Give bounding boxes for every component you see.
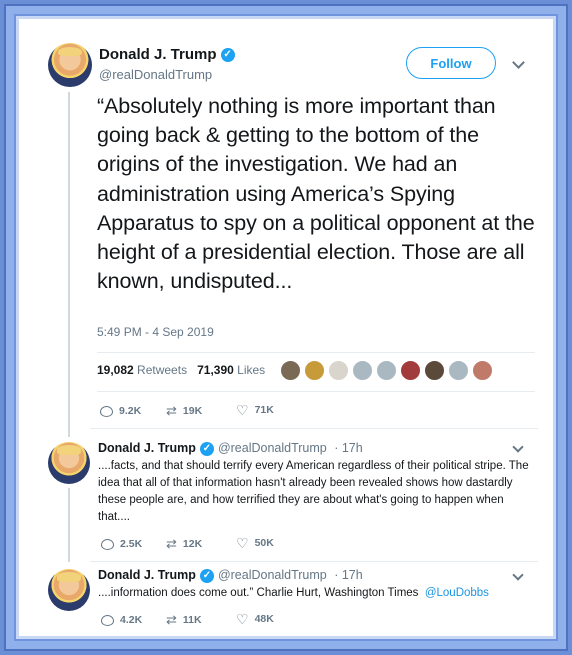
tweet-text: “Absolutely nothing is more important th… xyxy=(97,94,535,294)
retweets-label[interactable]: Retweets xyxy=(137,363,187,377)
reply-text: ....information does come out.” Charlie … xyxy=(98,587,419,599)
reply-author-name[interactable]: Donald J. Trump xyxy=(98,568,196,582)
reply-icon xyxy=(101,538,114,550)
reply-header[interactable]: Donald J. Trump ✓ @realDonaldTrump · 17h xyxy=(98,441,363,456)
verified-badge-icon: ✓ xyxy=(199,568,214,583)
divider xyxy=(90,428,538,429)
reply-author-name[interactable]: Donald J. Trump xyxy=(98,441,196,455)
liker-avatar[interactable] xyxy=(400,360,421,381)
retweets-count[interactable]: 19,082 xyxy=(97,363,134,377)
liker-avatar[interactable] xyxy=(376,360,397,381)
liker-avatar[interactable] xyxy=(304,360,325,381)
reply-icon xyxy=(101,614,114,626)
liker-avatar[interactable] xyxy=(424,360,445,381)
reply-author-handle[interactable]: @realDonaldTrump xyxy=(218,568,327,582)
verified-badge-icon: ✓ xyxy=(199,441,214,456)
reply-header[interactable]: Donald J. Trump ✓ @realDonaldTrump · 17h xyxy=(98,568,363,583)
reply-action[interactable]: 2.5K xyxy=(101,538,142,550)
verified-badge-icon: ✓ xyxy=(220,48,235,63)
reply-author-avatar[interactable] xyxy=(48,442,90,484)
reply-icon xyxy=(100,405,113,417)
like-count: 48K xyxy=(254,613,274,625)
author-handle[interactable]: @realDonaldTrump xyxy=(99,67,212,82)
liker-avatar[interactable] xyxy=(328,360,349,381)
thread-line xyxy=(68,488,70,562)
reply-count: 2.5K xyxy=(120,538,143,550)
reply-count: 4.2K xyxy=(120,614,143,626)
reply-action[interactable]: 4.2K xyxy=(101,614,142,626)
divider xyxy=(97,391,535,392)
author-avatar[interactable] xyxy=(48,43,92,87)
heart-icon: ♡ xyxy=(236,535,249,551)
like-count: 71K xyxy=(254,404,274,416)
retweet-action[interactable]: ⇄ 19K xyxy=(166,404,202,417)
like-action[interactable]: ♡ 71K xyxy=(236,403,274,417)
reply-text-row: ....information does come out.” Charlie … xyxy=(98,585,530,602)
heart-icon: ♡ xyxy=(236,611,249,627)
tweet-timestamp[interactable]: 5:49 PM - 4 Sep 2019 xyxy=(97,325,214,339)
liker-avatar[interactable] xyxy=(280,360,301,381)
retweet-action[interactable]: ⇄ 12K xyxy=(166,537,202,550)
reply-author-handle[interactable]: @realDonaldTrump xyxy=(218,441,327,455)
liker-avatar[interactable] xyxy=(472,360,493,381)
retweet-count: 19K xyxy=(182,404,203,417)
thread-line xyxy=(68,92,70,437)
follow-button[interactable]: Follow xyxy=(406,47,496,79)
reply-count: 9.2K xyxy=(119,405,142,417)
retweet-icon: ⇄ xyxy=(166,612,177,627)
reply-time[interactable]: · 17h xyxy=(334,568,363,582)
like-action[interactable]: ♡ 48K xyxy=(236,612,274,626)
likes-count[interactable]: 71,390 xyxy=(197,363,234,377)
mention-link[interactable]: @LouDobbs xyxy=(425,587,489,599)
author-name[interactable]: Donald J. Trump xyxy=(99,46,217,63)
reply-text: ....facts, and that should terrify every… xyxy=(98,460,529,523)
retweet-icon: ⇄ xyxy=(166,403,177,418)
like-count: 50K xyxy=(254,537,274,549)
heart-icon: ♡ xyxy=(236,402,249,418)
like-action[interactable]: ♡ 50K xyxy=(236,536,274,550)
reply-action[interactable]: 9.2K xyxy=(100,405,141,417)
retweet-count: 12K xyxy=(182,537,203,550)
author-name-row[interactable]: Donald J. Trump ✓ xyxy=(99,46,235,63)
reply-time[interactable]: · 17h xyxy=(334,441,363,455)
likes-label[interactable]: Likes xyxy=(237,363,265,377)
liker-avatar[interactable] xyxy=(352,360,373,381)
retweet-action[interactable]: ⇄ 11K xyxy=(166,613,202,626)
divider xyxy=(90,561,538,562)
divider xyxy=(97,352,535,353)
retweet-count: 11K xyxy=(182,613,202,626)
retweet-icon: ⇄ xyxy=(166,536,177,551)
reply-author-avatar[interactable] xyxy=(48,569,90,611)
liker-avatar[interactable] xyxy=(448,360,469,381)
engagement-stats: 19,082 Retweets 71,390 Likes xyxy=(97,363,265,377)
